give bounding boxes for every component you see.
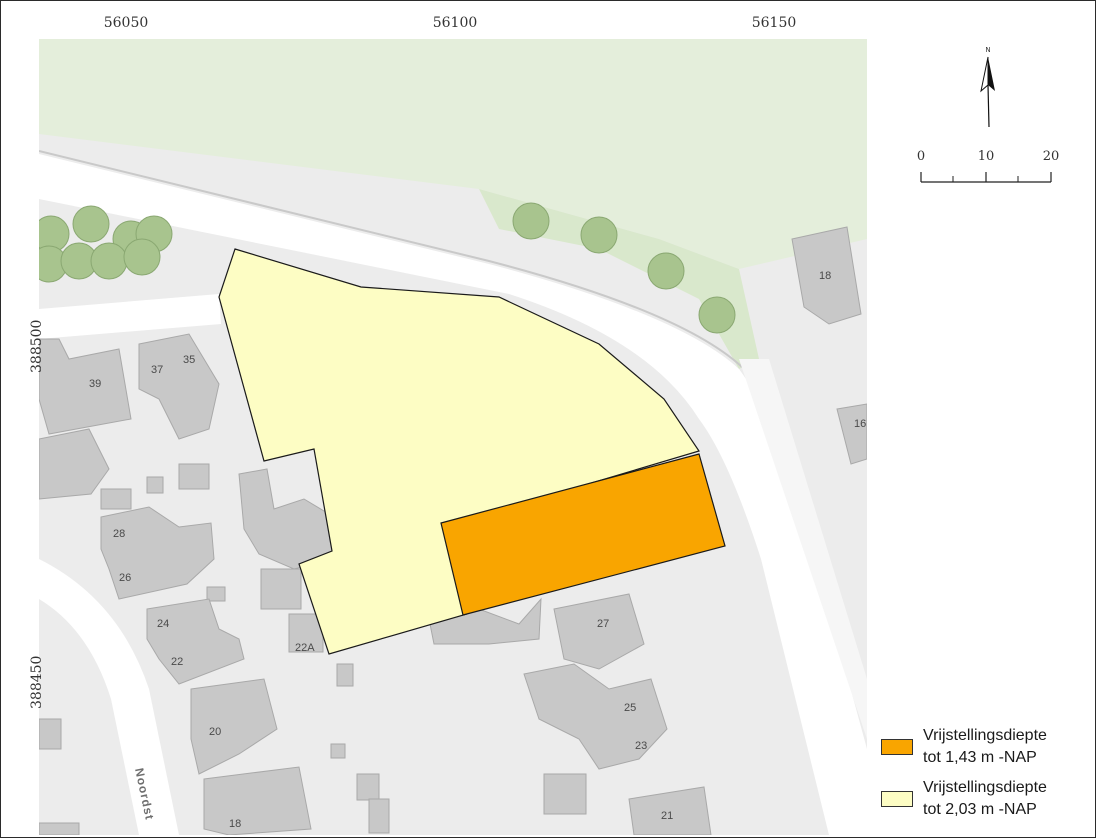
- building-label: 18: [819, 270, 831, 282]
- map-canvas[interactable]: 39 37 35 28 26 24 22 22A 20 18 27 25 23 …: [39, 39, 867, 835]
- building-label: 22: [171, 656, 183, 668]
- legend-swatch: [881, 791, 913, 807]
- basemap: 39 37 35 28 26 24 22 22A 20 18 27 25 23 …: [39, 39, 867, 835]
- legend-label: Vrijstellingsdiepte: [923, 727, 1047, 744]
- building-label: 21: [661, 810, 673, 822]
- scale-bar-graphic: [920, 172, 1052, 183]
- building-label: 25: [624, 702, 636, 714]
- street-left: [39, 559, 179, 835]
- building-label: 26: [119, 572, 131, 584]
- legend-label: tot 1,43 m -NAP: [923, 749, 1037, 766]
- legend-swatch: [881, 739, 913, 755]
- legend-label: tot 2,03 m -NAP: [923, 801, 1037, 818]
- north-arrow-icon: N: [980, 46, 995, 128]
- x-tick: 56150: [751, 15, 797, 31]
- building-label: 24: [157, 618, 169, 630]
- y-tick: 388450: [29, 655, 45, 709]
- svg-text:N: N: [985, 46, 990, 54]
- scale-label: 10: [977, 149, 995, 164]
- building-label: 37: [151, 364, 163, 376]
- scale-label: 0: [916, 149, 926, 164]
- scale-bar: [919, 171, 1053, 185]
- building-label: 28: [113, 528, 125, 540]
- y-tick: 388500: [29, 319, 45, 373]
- street-top-left: [39, 294, 221, 339]
- map-frame: 39 37 35 28 26 24 22 22A 20 18 27 25 23 …: [0, 0, 1096, 838]
- building-label: 39: [89, 378, 101, 390]
- legend-label: Vrijstellingsdiepte: [923, 779, 1047, 796]
- building-label: 27: [597, 618, 609, 630]
- building-label: 16: [854, 418, 866, 430]
- building-label: 23: [635, 740, 647, 752]
- building-label: 18: [229, 818, 241, 830]
- building-label: 35: [183, 354, 195, 366]
- north-arrow: N: [973, 45, 1003, 135]
- building-label: 22A: [295, 642, 315, 654]
- scale-label: 20: [1042, 149, 1060, 164]
- x-tick: 56100: [432, 15, 478, 31]
- x-tick: 56050: [103, 15, 149, 31]
- building-label: 20: [209, 726, 221, 738]
